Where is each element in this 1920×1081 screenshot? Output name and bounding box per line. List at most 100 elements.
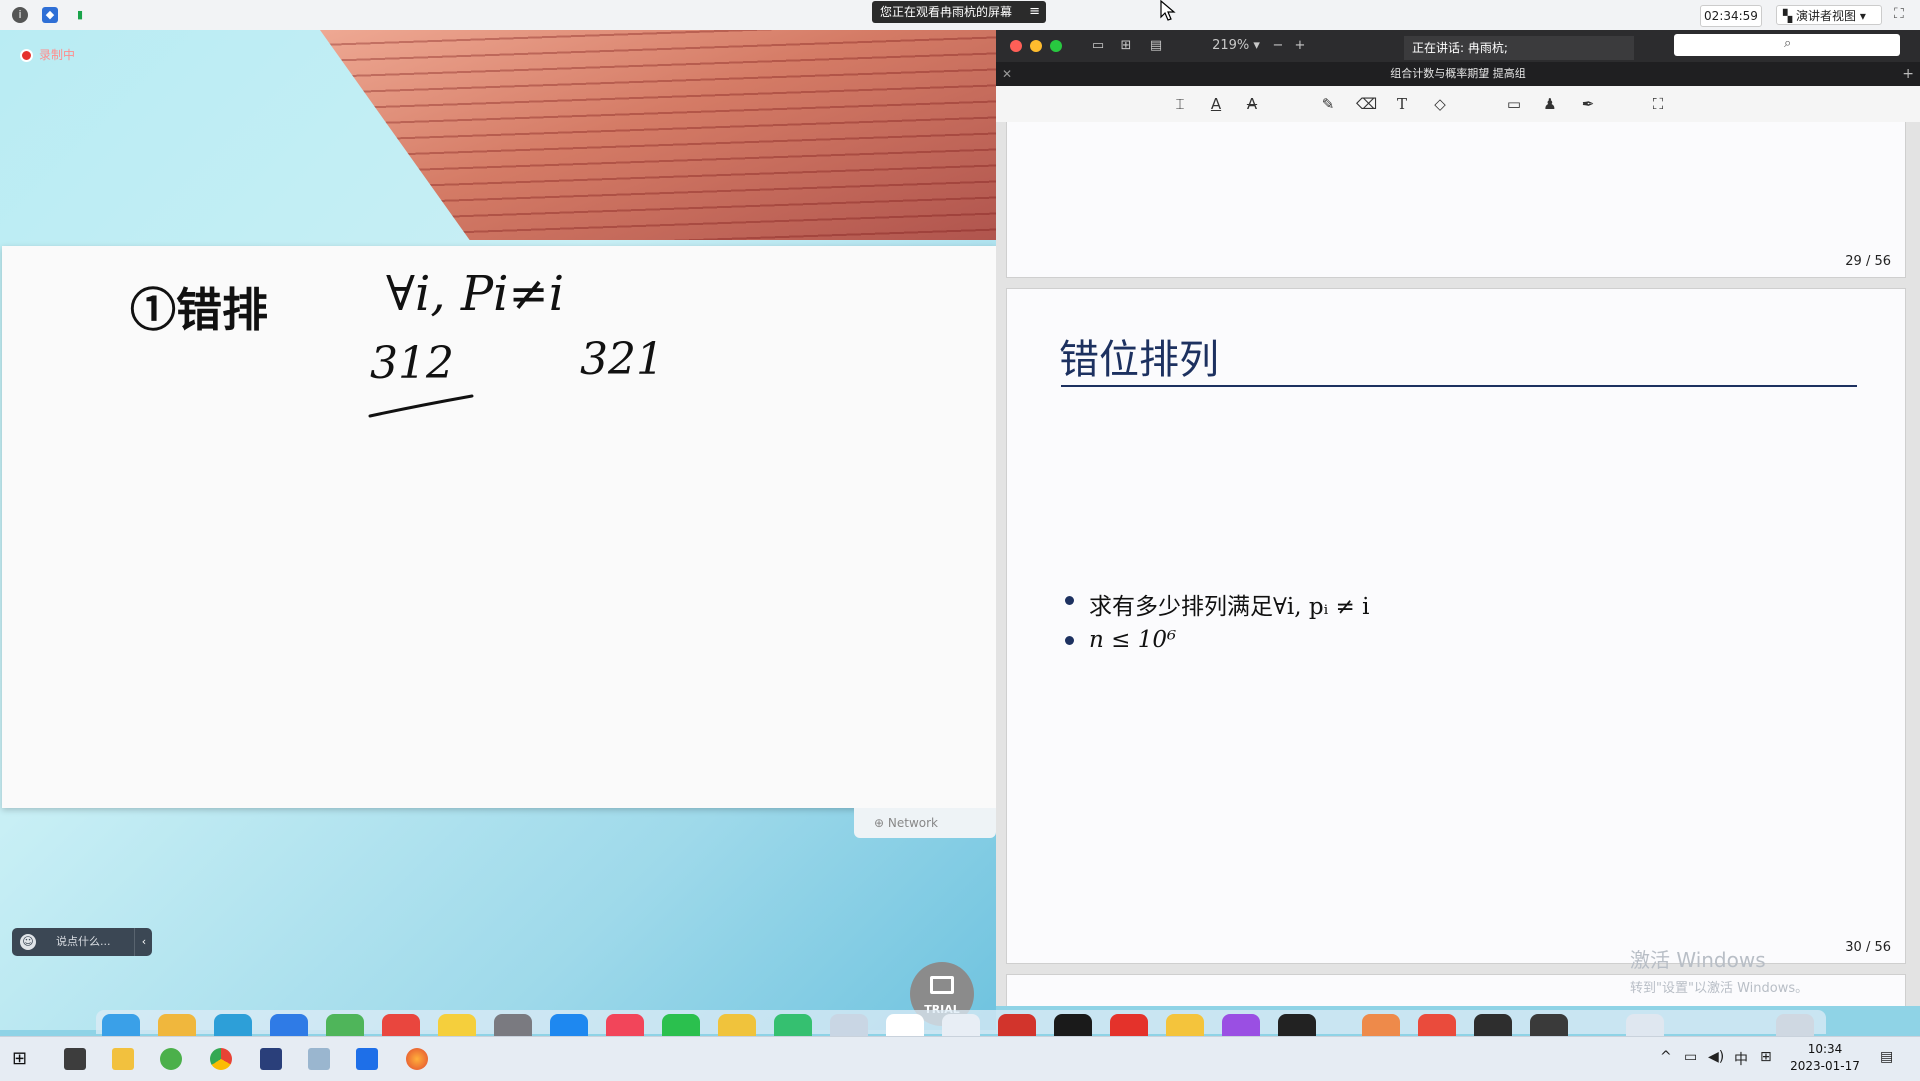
notepad-icon[interactable] — [308, 1048, 330, 1070]
toolbox-icon[interactable] — [998, 1014, 1036, 1036]
info-icon[interactable]: i — [12, 7, 28, 23]
podcast-icon[interactable] — [1222, 1014, 1260, 1036]
share-banner[interactable]: 您正在观看冉雨杭的屏幕 ≡ — [872, 1, 1046, 23]
clock-date: 2023-01-17 — [1790, 1059, 1860, 1073]
ime-mode-icon[interactable]: ⊞ — [1760, 1049, 1772, 1065]
photos-icon[interactable] — [1362, 1014, 1400, 1036]
wechat-icon[interactable] — [662, 1014, 700, 1036]
fullscreen-icon[interactable]: ⛶ — [1894, 6, 1904, 22]
volume-icon[interactable]: ◀) — [1708, 1049, 1724, 1065]
sublime-text-icon[interactable] — [64, 1048, 86, 1070]
meeting-icon[interactable] — [356, 1048, 378, 1070]
file-explorer-icon[interactable] — [112, 1048, 134, 1070]
chrome-icon[interactable] — [718, 1014, 756, 1036]
page-scroll-area[interactable]: 29 / 56 错位排列 求有多少排列满足∀i, pᵢ ≠ i n ≤ 10⁶ … — [996, 122, 1920, 1006]
strikethrough-text-icon[interactable]: A — [1242, 94, 1262, 114]
pdf-page-30: 错位排列 求有多少排列满足∀i, pᵢ ≠ i n ≤ 10⁶ 30 / 56 — [1006, 288, 1906, 964]
settings-icon[interactable] — [494, 1014, 532, 1036]
sublime-icon[interactable] — [1530, 1014, 1568, 1036]
notes-icon[interactable] — [438, 1014, 476, 1036]
eraser-icon[interactable]: ⌫ — [1356, 94, 1377, 114]
windows-taskbar: ⊞ ^ ▭ ◀) 中 ⊞ 10:34 2023-01-17 ▤ — [0, 1036, 1920, 1081]
whiteboard[interactable]: ①错排 ∀i, Pi≠i 312 321 TRIAL — [2, 246, 996, 1026]
signature-icon[interactable]: ✒ — [1578, 94, 1598, 114]
shield-icon[interactable]: ◆ — [42, 7, 58, 23]
chat-input[interactable]: ☺ 说点什么... ‹ — [12, 928, 152, 956]
watermark-line2: 转到"设置"以激活 Windows。 — [1630, 981, 1809, 996]
sidebar-toggle-icon[interactable]: ▭ — [1088, 35, 1108, 57]
pencil-icon[interactable]: ✎ — [1318, 94, 1338, 114]
menu-icon[interactable]: ≡ — [1029, 1, 1040, 23]
safari-icon[interactable] — [214, 1014, 252, 1036]
document-tab-bar: ✕ 组合计数与概率期望 提高组 + — [996, 62, 1920, 86]
new-tab-icon[interactable]: + — [1902, 62, 1914, 86]
page-number-30: 30 / 56 — [1845, 940, 1891, 955]
maps-icon[interactable] — [326, 1014, 364, 1036]
zoom-select[interactable]: 219% ▾ — [1210, 35, 1262, 57]
taskbar-clock[interactable]: 10:34 2023-01-17 — [1780, 1041, 1870, 1075]
calendar-icon[interactable] — [382, 1014, 420, 1036]
pdf-page-29: 29 / 56 — [1006, 122, 1906, 278]
text-tool-icon[interactable]: T — [1392, 94, 1412, 114]
show-hidden-icons-chevron[interactable]: ^ — [1660, 1049, 1672, 1065]
firefox-icon[interactable] — [406, 1048, 428, 1070]
network-tray-icon[interactable]: ▭ — [1684, 1049, 1697, 1065]
typora-icon[interactable] — [886, 1014, 924, 1036]
green-app-icon[interactable] — [160, 1048, 182, 1070]
finder-icon[interactable] — [102, 1014, 140, 1036]
shapes-icon[interactable]: ◇ — [1430, 94, 1450, 114]
close-window-button[interactable] — [1010, 40, 1022, 52]
launchpad-icon[interactable] — [158, 1014, 196, 1036]
pdf-expert-icon[interactable] — [1418, 1014, 1456, 1036]
preview-icon[interactable] — [830, 1014, 868, 1036]
zoom-window-button[interactable] — [1050, 40, 1062, 52]
session-timer: 02:34:59 — [1700, 5, 1762, 27]
wps-icon[interactable] — [1110, 1014, 1148, 1036]
signal-icon[interactable]: ▮ — [72, 7, 88, 23]
chat-placeholder: 说点什么... — [56, 935, 111, 948]
search-icon: ⌕ — [1784, 36, 1792, 51]
watermark-line1: 激活 Windows — [1630, 948, 1766, 972]
devcpp-icon[interactable] — [260, 1048, 282, 1070]
zoom-out-button[interactable]: − — [1270, 35, 1286, 57]
grid-view-icon[interactable]: ⊞ — [1116, 35, 1136, 57]
chrome-taskbar-icon[interactable] — [210, 1048, 232, 1070]
windows-start-icon[interactable]: ⊞ — [12, 1048, 34, 1070]
terminal-icon[interactable] — [1278, 1014, 1316, 1036]
notification-icon[interactable]: ▤ — [1880, 1049, 1893, 1065]
text-select-icon[interactable]: ⌶ — [1170, 94, 1190, 114]
obs-icon[interactable] — [1474, 1014, 1512, 1036]
zoom-level: 219% — [1212, 38, 1250, 53]
pdf-title-bar: ▭ ⊞ ▤ 219% ▾ − + 正在讲话: 冉雨杭; ⌕ — [996, 30, 1920, 62]
two-page-view-icon[interactable]: ▤ — [1144, 35, 1168, 57]
ime-indicator[interactable]: 中 — [1734, 1049, 1748, 1069]
minimize-window-button[interactable] — [1030, 40, 1042, 52]
chrome-alt-icon[interactable] — [1166, 1014, 1204, 1036]
comment-icon[interactable]: ▭ — [1504, 94, 1524, 114]
appstore-icon[interactable] — [550, 1014, 588, 1036]
activate-windows-watermark: 激活 Windows 转到"设置"以激活 Windows。 — [1630, 944, 1808, 996]
crop-icon[interactable]: ⛶ — [1648, 94, 1668, 114]
emoji-icon[interactable]: ☺ — [20, 934, 36, 950]
presenter-view-label: 演讲者视图 — [1796, 9, 1857, 23]
feishu-icon[interactable] — [774, 1014, 812, 1036]
network-panel[interactable]: ⊕ Network — [854, 808, 996, 838]
search-input[interactable]: ⌕ — [1674, 34, 1900, 56]
mail-icon[interactable] — [270, 1014, 308, 1036]
highlight-text-icon[interactable]: A — [1206, 94, 1226, 114]
xmind-icon[interactable] — [942, 1014, 980, 1036]
stamp-icon[interactable]: ♟ — [1540, 94, 1560, 114]
downloads-icon[interactable] — [1626, 1014, 1664, 1036]
music-icon[interactable] — [606, 1014, 644, 1036]
zoom-in-button[interactable]: + — [1292, 35, 1308, 57]
presenter-view-button[interactable]: ▚ 演讲者视图 ▾ — [1776, 5, 1882, 25]
document-tab-title[interactable]: 组合计数与概率期望 提高组 — [996, 62, 1920, 86]
collapse-chevron-icon[interactable]: ‹ — [134, 928, 153, 956]
page-number-29: 29 / 56 — [1845, 254, 1891, 269]
handwriting-condition: ∀i, Pi≠i — [386, 266, 565, 322]
qq-icon[interactable] — [1054, 1014, 1092, 1036]
screen-icon — [930, 976, 954, 994]
speaking-indicator: 正在讲话: 冉雨杭; — [1404, 36, 1634, 60]
bullet-item: n ≤ 10⁶ — [1064, 627, 1177, 653]
trash-icon[interactable] — [1776, 1014, 1814, 1036]
